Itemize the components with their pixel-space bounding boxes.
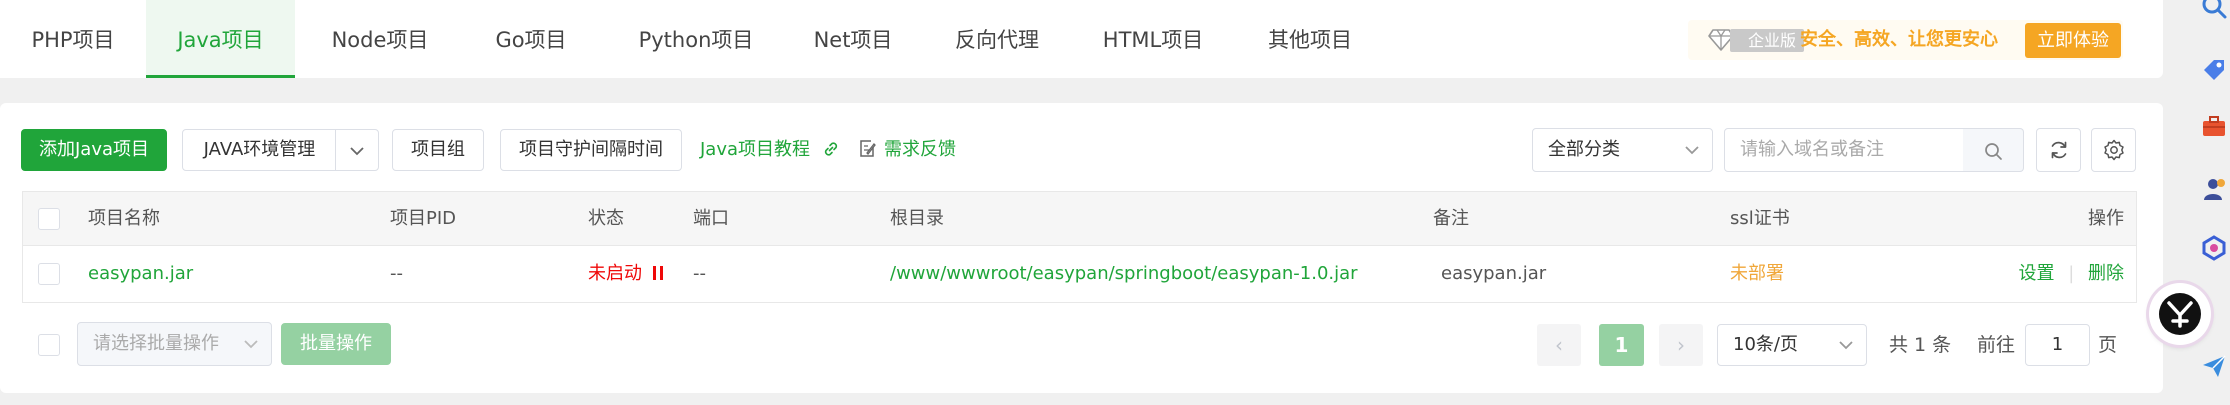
tab-net[interactable]: Net项目 bbox=[790, 0, 916, 78]
tutorial-label: Java项目教程 bbox=[700, 139, 811, 160]
search-button[interactable] bbox=[1963, 128, 2024, 172]
header-status: 状态 bbox=[588, 208, 624, 229]
chevron-down-icon bbox=[1685, 146, 1699, 155]
header-ssl: ssl证书 bbox=[1730, 208, 1790, 229]
project-panel: 添加Java项目 JAVA环境管理 项目组 项目守护间隔时间 Java项目教程 … bbox=[0, 103, 2163, 393]
tab-reverse-proxy[interactable]: 反向代理 bbox=[940, 0, 1054, 78]
gear-icon bbox=[2104, 139, 2124, 161]
table-row: easypan.jar -- 未启动 -- /www/wwwroot/easyp… bbox=[23, 246, 2136, 302]
goto-prefix: 前往 bbox=[1977, 334, 2016, 356]
toolbox-icon[interactable] bbox=[2200, 112, 2228, 140]
settings-button[interactable] bbox=[2091, 128, 2136, 172]
java-tutorial-link[interactable]: Java项目教程 bbox=[700, 129, 840, 171]
tag-icon[interactable] bbox=[2200, 56, 2228, 84]
promo-text: 安全、高效、让您更安心 bbox=[1800, 29, 1998, 50]
header-actions: 操作 bbox=[2088, 208, 2124, 229]
add-java-project-button[interactable]: 添加Java项目 bbox=[21, 129, 167, 171]
tab-html[interactable]: HTML项目 bbox=[1080, 0, 1226, 78]
chevron-down-icon bbox=[1839, 341, 1853, 350]
header-remark: 备注 bbox=[1433, 208, 1469, 229]
action-separator: | bbox=[2068, 263, 2075, 284]
project-table: 项目名称 项目PID 状态 端口 根目录 备注 ssl证书 操作 easypan… bbox=[22, 191, 2137, 303]
goto-page-input[interactable]: 1 bbox=[2025, 324, 2090, 366]
batch-action-button[interactable]: 批量操作 bbox=[281, 323, 391, 365]
java-env-dropdown[interactable] bbox=[335, 129, 379, 171]
search-icon[interactable] bbox=[2200, 0, 2228, 20]
refresh-icon bbox=[2051, 141, 2067, 159]
search-icon bbox=[1985, 143, 2002, 160]
batch-placeholder: 请选择批量操作 bbox=[93, 333, 219, 354]
delete-link[interactable]: 删除 bbox=[2088, 263, 2124, 284]
send-icon[interactable] bbox=[2200, 352, 2228, 380]
java-env-label: JAVA环境管理 bbox=[203, 139, 316, 160]
refresh-button[interactable] bbox=[2036, 128, 2081, 172]
goto-suffix: 页 bbox=[2098, 334, 2118, 356]
edition-badge: 企业版 bbox=[1730, 29, 1805, 52]
project-port: -- bbox=[693, 263, 706, 284]
pause-icon bbox=[652, 266, 663, 280]
chevron-down-icon bbox=[244, 340, 258, 349]
category-value: 全部分类 bbox=[1548, 139, 1620, 160]
batch-select-checkbox[interactable] bbox=[38, 334, 60, 356]
tab-other[interactable]: 其他项目 bbox=[1252, 0, 1368, 78]
enterprise-promo: 企业版 安全、高效、让您更安心 立即体验 bbox=[1688, 20, 2123, 60]
assistant-logo-icon bbox=[2159, 293, 2201, 335]
ssl-status-link[interactable]: 未部署 bbox=[1730, 246, 1784, 302]
project-pid: -- bbox=[390, 263, 403, 284]
project-type-tabs: PHP项目 Java项目 Node项目 Go项目 Python项目 Net项目 … bbox=[0, 0, 2163, 78]
settings-link[interactable]: 设置 bbox=[2018, 263, 2054, 284]
total-count: 共 1 条 bbox=[1889, 334, 1952, 356]
header-root-dir: 根目录 bbox=[890, 208, 944, 229]
assistant-float-button[interactable] bbox=[2149, 283, 2211, 345]
root-dir-link[interactable]: /www/wwwroot/easypan/springboot/easypan-… bbox=[890, 246, 1358, 302]
tab-python[interactable]: Python项目 bbox=[612, 0, 780, 78]
page-size-select[interactable]: 10条/页 bbox=[1717, 324, 1867, 366]
link-icon bbox=[824, 142, 837, 156]
batch-action-select[interactable]: 请选择批量操作 bbox=[77, 322, 272, 366]
row-actions: 设置 | 删除 bbox=[2018, 246, 2124, 302]
feedback-link[interactable]: 需求反馈 bbox=[858, 129, 956, 171]
tab-node[interactable]: Node项目 bbox=[310, 0, 450, 78]
tab-go[interactable]: Go项目 bbox=[474, 0, 588, 78]
chevron-down-icon bbox=[350, 147, 364, 156]
status-toggle[interactable]: 未启动 bbox=[588, 246, 664, 302]
search-input[interactable]: 请输入域名或备注 bbox=[1724, 128, 1964, 172]
page-1-button[interactable]: 1 bbox=[1599, 324, 1644, 366]
tab-php[interactable]: PHP项目 bbox=[0, 0, 146, 78]
category-select[interactable]: 全部分类 bbox=[1532, 128, 1713, 172]
edit-note-icon bbox=[860, 140, 876, 157]
tab-java[interactable]: Java项目 bbox=[146, 0, 295, 78]
status-text: 未启动 bbox=[588, 263, 642, 284]
project-name-link[interactable]: easypan.jar bbox=[88, 246, 193, 302]
page-size-value: 10条/页 bbox=[1733, 334, 1798, 355]
row-checkbox[interactable] bbox=[38, 263, 60, 285]
project-group-button[interactable]: 项目组 bbox=[392, 129, 484, 171]
feedback-label: 需求反馈 bbox=[884, 139, 956, 160]
guard-interval-button[interactable]: 项目守护间隔时间 bbox=[500, 129, 682, 171]
select-all-checkbox[interactable] bbox=[38, 208, 60, 230]
next-page-button[interactable]: › bbox=[1659, 324, 1703, 366]
header-project-pid: 项目PID bbox=[390, 208, 457, 229]
header-port: 端口 bbox=[693, 208, 729, 229]
header-project-name: 项目名称 bbox=[88, 208, 160, 229]
table-header: 项目名称 项目PID 状态 端口 根目录 备注 ssl证书 操作 bbox=[23, 192, 2136, 246]
try-now-button[interactable]: 立即体验 bbox=[2025, 23, 2121, 58]
user-icon[interactable] bbox=[2200, 175, 2228, 203]
remark-text[interactable]: easypan.jar bbox=[1441, 246, 1546, 302]
plugin-icon[interactable] bbox=[2200, 234, 2228, 262]
prev-page-button[interactable]: ‹ bbox=[1537, 324, 1581, 366]
